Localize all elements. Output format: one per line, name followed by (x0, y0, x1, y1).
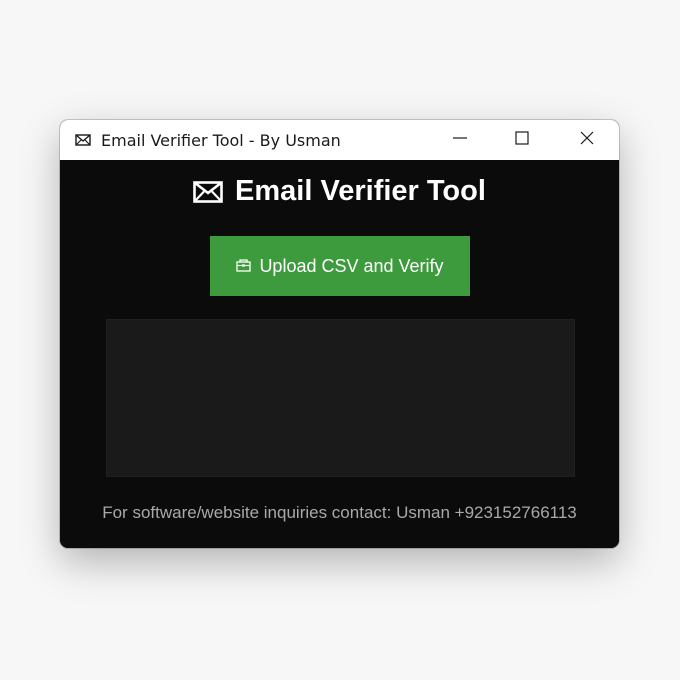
envelope-icon (193, 180, 223, 203)
envelope-icon (75, 132, 91, 148)
close-button[interactable] (564, 120, 610, 160)
heading-text: Email Verifier Tool (235, 175, 486, 207)
main-content: Email Verifier Tool Upload CSV and Verif… (60, 160, 619, 548)
close-icon (579, 130, 595, 151)
folder-icon (236, 256, 252, 277)
results-log-textarea[interactable] (106, 319, 575, 477)
maximize-button[interactable] (499, 120, 545, 160)
app-window: Email Verifier Tool - By Usman Email Ver… (60, 120, 619, 548)
page-title: Email Verifier Tool (60, 175, 619, 208)
window-title: Email Verifier Tool - By Usman (101, 131, 341, 150)
upload-csv-button[interactable]: Upload CSV and Verify (210, 236, 470, 296)
contact-footer: For software/website inquiries contact: … (102, 503, 577, 522)
upload-button-label: Upload CSV and Verify (259, 255, 444, 276)
minimize-icon (452, 130, 468, 151)
title-bar[interactable]: Email Verifier Tool - By Usman (60, 120, 619, 160)
maximize-icon (514, 130, 530, 151)
minimize-button[interactable] (437, 120, 483, 160)
